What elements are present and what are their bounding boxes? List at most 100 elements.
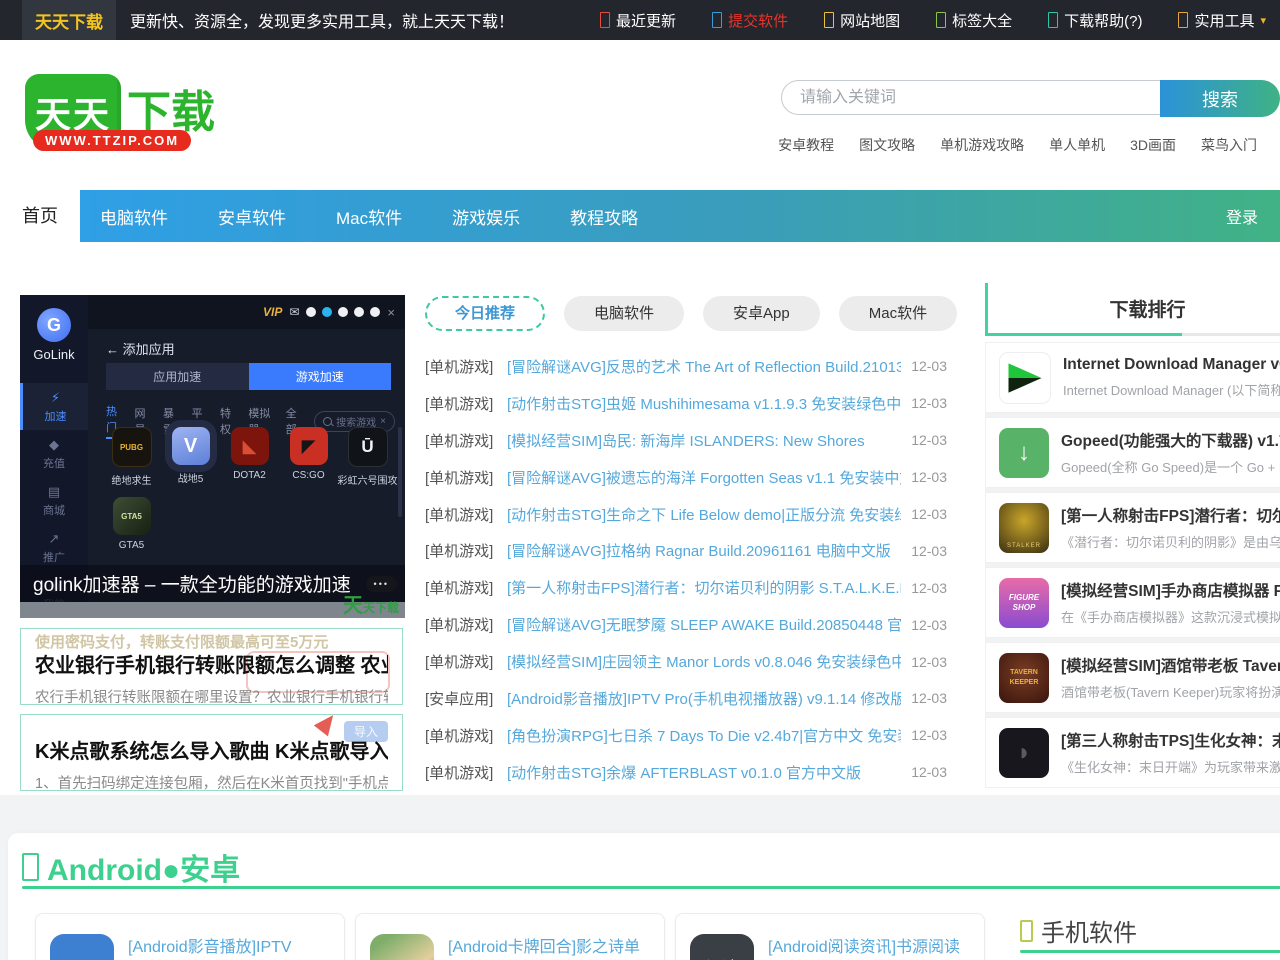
- topbar-menu: 最近更新 提交软件 网站地图 标签大全: [600, 10, 1266, 31]
- app-menu-label: 加速: [45, 408, 67, 424]
- feed-category[interactable]: [单机游戏]: [425, 725, 505, 746]
- feed-tab[interactable]: 今日推荐: [425, 296, 545, 331]
- ranking-item-title[interactable]: Internet Download Manager v6: [1063, 356, 1280, 374]
- game-icon: ◤: [290, 427, 328, 465]
- feed-title-link[interactable]: [动作射击STG]余爆 AFTERBLAST v0.1.0 官方中文版: [507, 762, 901, 783]
- mobile-software-underline: [1020, 950, 1280, 953]
- nav-item[interactable]: 安卓软件: [218, 204, 286, 229]
- feed-title-link[interactable]: [模拟经营SIM]庄园领主 Manor Lords v0.8.046 免安装绿色…: [507, 651, 901, 672]
- topbar-menu-item[interactable]: 提交软件: [712, 10, 794, 31]
- ranking-item[interactable]: ↓ Gopeed(功能强大的下载器) v1.7 Gopeed(全称 Go Spe…: [985, 417, 1280, 488]
- nav-item[interactable]: 电脑软件: [100, 204, 168, 229]
- feed-category[interactable]: [单机游戏]: [425, 356, 505, 377]
- ranking-item-title[interactable]: [模拟经营SIM]手办商店模拟器 Fi: [1061, 579, 1280, 601]
- feed-category[interactable]: [单机游戏]: [425, 467, 505, 488]
- ranking-tab[interactable]: 下载排行: [988, 283, 1280, 333]
- hot-link[interactable]: 单人单机: [1049, 135, 1105, 155]
- ranking-item-title[interactable]: [模拟经营SIM]酒馆带老板 Tavern: [1061, 654, 1280, 676]
- feed-category[interactable]: [单机游戏]: [425, 430, 505, 451]
- ranking-item[interactable]: TAVERN KEEPER [模拟经营SIM]酒馆带老板 Tavern 酒馆带老…: [985, 642, 1280, 713]
- feed-title-link[interactable]: [冒险解谜AVG]反思的艺术 The Art of Reflection Bui…: [507, 356, 901, 377]
- feed-panel: 今日推荐 电脑软件 安卓App Mac软件 [单机游戏] [冒险解谜AVG]反思…: [425, 296, 947, 791]
- slider-dot[interactable]: [354, 307, 364, 317]
- slider-dot[interactable]: [338, 307, 348, 317]
- feed-title-link[interactable]: [模拟经营SIM]岛民: 新海岸 ISLANDERS: New Shores: [507, 430, 901, 451]
- ranking-item-icon: ↓: [999, 428, 1049, 478]
- article-card[interactable]: 使用密码支付，转账支付限额最高可至5万元 农业银行手机银行转账限额怎么调整 农业…: [20, 628, 403, 705]
- ranking-item[interactable]: STALKER [第一人称射击FPS]潜行者：切尔 《潜行者：切尔诺贝利的阴影》…: [985, 492, 1280, 563]
- article-title[interactable]: 农业银行手机银行转账限额怎么调整 农业: [35, 649, 388, 678]
- topbar-menu-item[interactable]: 网站地图: [824, 10, 906, 31]
- nav-item[interactable]: 游戏娱乐: [452, 204, 520, 229]
- hot-link[interactable]: 单机游戏攻略: [940, 135, 1024, 155]
- feed-title-link[interactable]: [第一人称射击FPS]潜行者：切尔诺贝利的阴影 S.T.A.L.K.E.R.: [507, 577, 901, 598]
- android-app-title[interactable]: [Android影音播放]IPTV Pro(手: [128, 936, 330, 960]
- feed-category[interactable]: [单机游戏]: [425, 504, 505, 525]
- feed-date: 12-03: [911, 469, 947, 485]
- feed-tab[interactable]: Mac软件: [839, 296, 957, 331]
- ranking-item-title[interactable]: Gopeed(功能强大的下载器) v1.7: [1061, 429, 1280, 451]
- topbar-menu-item[interactable]: 最近更新: [600, 10, 682, 31]
- game-tile: PUBG 绝地求生: [102, 427, 161, 487]
- ranking-item[interactable]: Internet Download Manager v6 Internet Do…: [985, 342, 1280, 413]
- feed-category[interactable]: [单机游戏]: [425, 762, 505, 783]
- login-link[interactable]: 登录: [1226, 204, 1258, 228]
- feed-title-link[interactable]: [冒险解谜AVG]被遗忘的海洋 Forgotten Seas v1.1 免安装中…: [507, 467, 901, 488]
- android-app-card[interactable]: [Android卡牌回合]影之诗单机: [355, 913, 665, 960]
- slider-dot[interactable]: [370, 307, 380, 317]
- ranking-item-desc: 酒馆带老板(Tavern Keeper)玩家将扮演酒: [1061, 682, 1280, 701]
- ranking-item-title[interactable]: [第三人称射击TPS]生化女神：末: [1061, 729, 1280, 751]
- feed-title-link[interactable]: [冒险解谜AVG]拉格纳 Ragnar Build.20961161 电脑中文版: [507, 540, 901, 561]
- nav-item-home[interactable]: 首页: [0, 190, 80, 242]
- topbar-menu-item[interactable]: 下载帮助(?): [1048, 10, 1148, 31]
- topbar-menu-label: 最近更新: [616, 10, 676, 31]
- nav-item[interactable]: 教程攻略: [570, 204, 638, 229]
- featured-slider[interactable]: G GoLink ⚡ 加速 ◆ 充值 ▤ 商城 ↗: [20, 295, 405, 618]
- app-tab: 应用加速: [106, 363, 249, 390]
- site-logo[interactable]: 天天 下载 WWW.TTZIP.COM: [25, 70, 225, 162]
- feed-title-link[interactable]: [动作射击STG]生命之下 Life Below demo|正版分流 免安装绿色: [507, 504, 901, 525]
- feed-category[interactable]: [单机游戏]: [425, 393, 505, 414]
- article-card[interactable]: 导入 K米点歌系统怎么导入歌曲 K米点歌导入 1、首先扫码绑定连接包厢，然后在K…: [20, 714, 403, 791]
- feed-title-link[interactable]: [冒险解谜AVG]无眠梦魇 SLEEP AWAKE Build.20850448…: [507, 614, 901, 635]
- topbar-brand[interactable]: 天天下载: [22, 0, 116, 42]
- menu-glyph-icon: [600, 12, 610, 28]
- ranking-item[interactable]: ◗ [第三人称射击TPS]生化女神：末 《生化女神：末日开端》为玩家带来激烈的: [985, 717, 1280, 788]
- android-app-title[interactable]: [Android卡牌回合]影之诗单机: [448, 936, 650, 960]
- feed-title-link[interactable]: [Android影音播放]IPTV Pro(手机电视播放器) v9.1.14 修…: [507, 688, 901, 709]
- feed-row: [安卓应用] [Android影音播放]IPTV Pro(手机电视播放器) v9…: [425, 680, 947, 717]
- feed-title-link[interactable]: [角色扮演RPG]七日杀 7 Days To Die v2.4b7|官方中文 免…: [507, 725, 901, 746]
- game-label: DOTA2: [233, 470, 266, 481]
- feed-category[interactable]: [单机游戏]: [425, 614, 505, 635]
- ranking-item[interactable]: FIGURE SHOP [模拟经营SIM]手办商店模拟器 Fi 在《手办商店模拟…: [985, 567, 1280, 638]
- article-title[interactable]: K米点歌系统怎么导入歌曲 K米点歌导入: [35, 735, 388, 764]
- hot-link[interactable]: 图文攻略: [859, 135, 915, 155]
- feed-tab[interactable]: 电脑软件: [564, 296, 684, 331]
- hot-link[interactable]: 3D画面: [1130, 135, 1176, 155]
- feed-category[interactable]: [单机游戏]: [425, 577, 505, 598]
- feed-category[interactable]: [单机游戏]: [425, 540, 505, 561]
- feed-tab[interactable]: 安卓App: [703, 296, 820, 331]
- feed-row: [单机游戏] [动作射击STG]余爆 AFTERBLAST v0.1.0 官方中…: [425, 754, 947, 791]
- nav-item[interactable]: Mac软件: [336, 204, 402, 229]
- game-tile: ◤ CS:GO: [279, 427, 338, 487]
- hot-link[interactable]: 菜鸟入门: [1201, 135, 1257, 155]
- hot-link[interactable]: 安卓教程: [778, 135, 834, 155]
- search-button[interactable]: 搜索: [1160, 80, 1280, 117]
- android-app-title[interactable]: [Android阅读资讯]书源阅读: [768, 936, 960, 960]
- topbar-menu-item[interactable]: 标签大全: [936, 10, 1018, 31]
- ranking-item-title[interactable]: [第一人称射击FPS]潜行者：切尔: [1061, 504, 1280, 526]
- slider-dot[interactable]: [306, 307, 316, 317]
- app-name: GoLink: [20, 347, 88, 362]
- game-tile: Ū 彩虹六号围攻: [338, 427, 397, 487]
- feed-category[interactable]: [单机游戏]: [425, 651, 505, 672]
- android-app-card[interactable]: [Android影音播放]IPTV Pro(手: [35, 913, 345, 960]
- main-nav: 首页 电脑软件 安卓软件 Mac软件 游戏娱乐 教程攻略 登录: [0, 190, 1280, 242]
- slider-dot[interactable]: [322, 307, 332, 317]
- app-menu-label: 商城: [43, 502, 65, 518]
- topbar-menu-item[interactable]: 实用工具 ▾: [1178, 10, 1266, 31]
- feed-title-link[interactable]: [动作射击STG]虫姬 Mushihimesama v1.1.9.3 免安装绿色…: [507, 393, 901, 414]
- search-input[interactable]: [781, 80, 1161, 115]
- feed-category[interactable]: [安卓应用]: [425, 688, 505, 709]
- android-app-card[interactable]: 阅读 [Android阅读资讯]书源阅读: [675, 913, 985, 960]
